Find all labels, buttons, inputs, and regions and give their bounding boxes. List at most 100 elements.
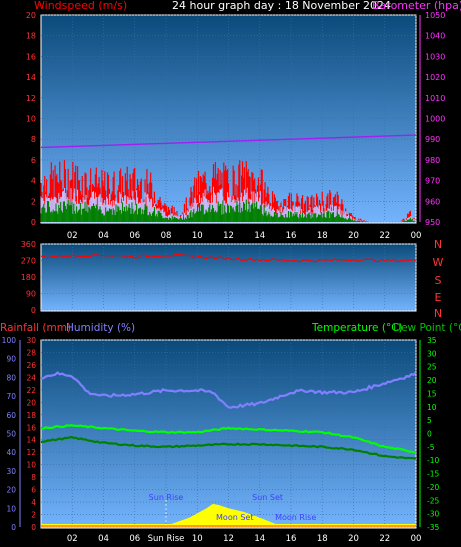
temperature-y-tick-label: 0 (427, 430, 432, 439)
humidity-y-tick-label: 30 (6, 467, 16, 476)
moonset-label: Moon Set (216, 513, 253, 522)
x-tick-label-bottom: 18 (317, 534, 328, 543)
x-tick-label-bottom: 10 (192, 534, 203, 543)
x-tick-label-top: 18 (317, 231, 328, 241)
temperature-y-tick-label: -35 (427, 523, 439, 532)
dewpoint-axis-title: Dew Point (°C) (393, 322, 461, 334)
rainfall-axis-title: Rainfall (mm) (0, 322, 71, 334)
sunrise-label: Sun Rise (149, 493, 184, 502)
temperature-y-tick-label: -5 (427, 443, 435, 452)
moonrise-label: Moon Rise (275, 513, 316, 522)
x-tick-label-bottom: Sun Rise (148, 534, 185, 543)
barometer-axis-title: Barometer (hpa) (372, 0, 461, 12)
temperature-y-tick-label: -20 (427, 483, 439, 492)
sunset-label: Sun Set (252, 493, 283, 502)
humidity-y-tick-label: 40 (6, 448, 16, 457)
humidity-y-tick-label: 70 (6, 392, 16, 401)
temperature-y-tick-label: 35 (427, 336, 437, 345)
humidity-y-tick-label: 100 (2, 336, 17, 345)
x-tick-label-top: 12 (223, 231, 234, 241)
temperature-y-tick-label: 30 (427, 349, 437, 358)
chart-title: 24 hour graph day : 18 November 2024 (172, 0, 391, 12)
compass-label: W (433, 256, 444, 269)
temperature-y-tick-label: -10 (427, 456, 439, 465)
x-tick-label-bottom: 16 (286, 534, 297, 543)
direction-y-tick-label: 90 (26, 290, 36, 299)
rainfall-y-tick-label: 30 (26, 336, 36, 345)
wind-y-tick-label: 16 (26, 52, 36, 61)
rainfall-y-tick-label: 12 (26, 448, 36, 457)
x-tick-label-top: 14 (254, 231, 265, 241)
rainfall-y-tick-label: 2 (31, 511, 36, 520)
x-tick-label-bottom: 12 (223, 534, 234, 543)
rainfall-y-tick-label: 6 (31, 486, 36, 495)
x-tick-label-top: 22 (379, 231, 390, 241)
rainfall-y-tick-label: 22 (26, 386, 36, 395)
x-tick-label-top: 10 (192, 231, 203, 241)
x-tick-label-bottom: 06 (129, 534, 140, 543)
wind-y-tick-label: 4 (31, 177, 36, 186)
rainfall-y-tick-label: 20 (26, 398, 36, 407)
weather-graph: Windspeed (m/s) 24 hour graph day : 18 N… (0, 0, 461, 544)
x-tick-label-bottom: 14 (254, 534, 265, 543)
x-tick-label-top: 06 (129, 231, 140, 241)
wind-y-tick-label: 0 (31, 218, 36, 227)
humidity-y-tick-label: 60 (6, 411, 16, 420)
barometer-y-tick-label: 1000 (425, 115, 445, 124)
barometer-y-tick-label: 980 (425, 156, 440, 165)
humidity-axis-title: Humidity (%) (66, 322, 135, 334)
x-tick-label-bottom: 02 (67, 534, 78, 543)
direction-y-tick-label: 360 (21, 240, 36, 249)
barometer-y-tick-label: 990 (425, 135, 440, 144)
barometer-y-tick-label: 1020 (425, 73, 445, 82)
barometer-y-tick-label: 1040 (425, 32, 445, 41)
temperature-y-tick-label: 20 (427, 376, 437, 385)
x-tick-label-top: 16 (286, 231, 297, 241)
x-tick-label-top: 00 (411, 231, 422, 241)
temperature-axis-title: Temperature (°C) (311, 322, 403, 334)
x-tick-label-top: 02 (67, 231, 78, 241)
temperature-y-tick-label: -30 (427, 510, 439, 519)
rainfall-y-tick-label: 0 (31, 523, 36, 532)
temperature-y-tick-label: 15 (427, 389, 437, 398)
barometer-y-tick-label: 960 (425, 197, 440, 206)
x-tick-label-top: 08 (161, 231, 172, 241)
x-tick-label-bottom: 00 (411, 534, 422, 543)
direction-y-tick-label: 180 (21, 273, 36, 282)
humidity-y-tick-label: 80 (6, 373, 16, 382)
rainfall-y-tick-label: 24 (26, 373, 36, 382)
rainfall-y-tick-label: 26 (26, 361, 36, 370)
compass-label: N (434, 307, 442, 320)
direction-y-tick-label: 270 (21, 257, 36, 266)
barometer-y-tick-label: 970 (425, 177, 440, 186)
temperature-y-tick-label: -15 (427, 470, 439, 479)
temperature-y-tick-label: -25 (427, 496, 439, 505)
compass-label: S (435, 274, 442, 287)
rainfall-y-tick-label: 8 (31, 473, 36, 482)
humidity-y-tick-label: 0 (11, 523, 16, 532)
humidity-y-tick-label: 10 (6, 504, 16, 513)
wind-y-tick-label: 8 (31, 135, 36, 144)
rainfall-y-tick-label: 14 (26, 436, 36, 445)
rainfall-y-tick-label: 4 (31, 498, 36, 507)
barometer-y-tick-label: 1050 (425, 11, 445, 20)
compass-label: E (435, 291, 442, 304)
wind-y-tick-label: 18 (26, 32, 36, 41)
humidity-y-tick-label: 50 (6, 430, 16, 439)
rainfall-y-tick-label: 28 (26, 348, 36, 357)
wind-y-tick-label: 20 (26, 11, 36, 20)
direction-y-tick-label: 0 (31, 306, 36, 315)
x-tick-label-bottom: 22 (379, 534, 390, 543)
x-tick-label-top: 04 (98, 231, 109, 241)
barometer-y-tick-label: 1030 (425, 52, 445, 61)
wind-y-tick-label: 6 (31, 156, 36, 165)
x-tick-label-top: 20 (348, 231, 359, 241)
temperature-y-tick-label: 25 (427, 363, 437, 372)
x-tick-label-bottom: 04 (98, 534, 109, 543)
temperature-y-tick-label: 10 (427, 403, 437, 412)
wind-y-tick-label: 2 (31, 197, 36, 206)
wind-y-tick-label: 10 (26, 115, 36, 124)
temperature-y-tick-label: 5 (427, 416, 432, 425)
x-tick-label-bottom: 20 (348, 534, 359, 543)
barometer-y-tick-label: 950 (425, 218, 440, 227)
